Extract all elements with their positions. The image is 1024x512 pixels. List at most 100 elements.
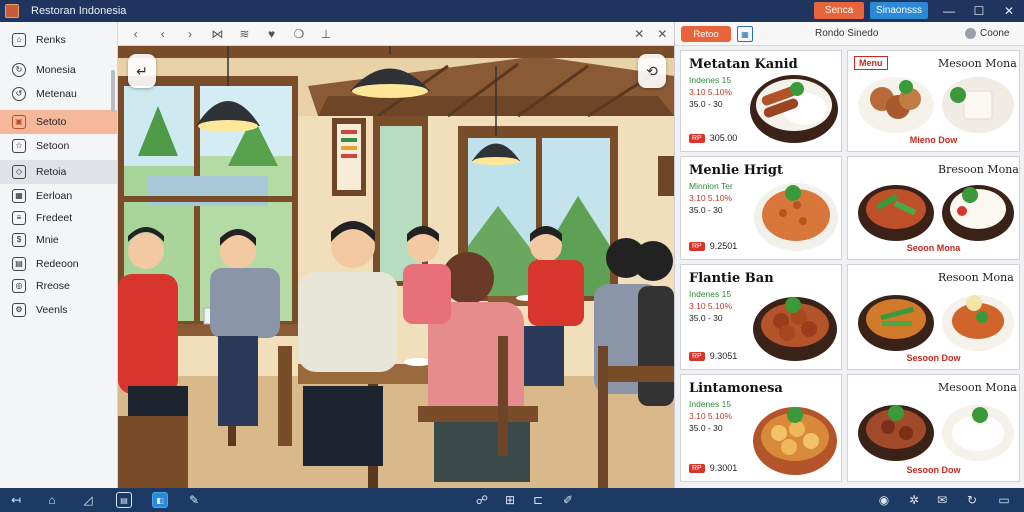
close-window-icon[interactable]: ✕ — [994, 0, 1024, 22]
title-bar: Restoran Indonesia Senca Sinaonsss — ☐ ✕ — [0, 0, 1024, 22]
dish-image — [858, 295, 1014, 351]
sidebar-item-retoia[interactable]: ◇ Retoia — [0, 160, 117, 184]
dish-desc: 35.0 - 30 — [689, 99, 723, 109]
sidebar-item-setoon[interactable]: ☆ Setoon — [0, 134, 117, 158]
grid-view-icon[interactable]: ▦ — [737, 26, 753, 42]
sidebar-item-label: Metenau — [36, 88, 77, 100]
sidebar: ⌂ Renks ↻ Monesia ↺ Metenau ▣ Setoto ☆ Setoon… — [0, 22, 118, 488]
dish-desc: 3.10 5.10% — [689, 301, 733, 311]
sidebar-item-label: Mnie — [36, 234, 59, 246]
menu-panel-toolbar: Retoo ▦ Rondo Sinedo Coone — [675, 22, 1024, 46]
notes-icon[interactable]: ✉ — [934, 492, 950, 508]
dish-image — [750, 75, 838, 143]
dish-desc: Indenes 15 — [689, 399, 732, 409]
account-icon — [965, 28, 976, 39]
chat-icon[interactable]: ❍ — [287, 24, 310, 44]
maximize-icon[interactable]: ☐ — [964, 0, 994, 22]
close-icon[interactable]: ✕ — [651, 24, 674, 44]
sidebar-item-eerloan[interactable]: ▦ Eerloan — [0, 184, 117, 208]
sidebar-item-monesia[interactable]: ↻ Monesia — [0, 58, 117, 82]
dish-image — [858, 405, 1014, 461]
globe-icon[interactable]: ◉ — [876, 492, 892, 508]
center-toolbar: ‹ ‹ › ⋈ ≋ ♥ ❍ ⊥ ✕ ✕ — [118, 22, 674, 46]
sidebar-item-fredeet[interactable]: ≡ Fredeet — [0, 206, 117, 230]
dish-desc: 3.10 5.10% — [689, 87, 733, 97]
dish-stamp: Mieno Dow — [909, 135, 958, 145]
menu-card[interactable]: Resoon Mona Sesoon Dow — [847, 264, 1020, 370]
app-title: Restoran Indonesia — [31, 5, 127, 17]
battery-icon: ▭ — [998, 493, 1010, 507]
back-icon[interactable]: ↤ — [8, 492, 24, 508]
dish-image — [754, 183, 838, 251]
sidebar-item-label: Setoto — [36, 116, 67, 128]
dish-stamp: Sesoon Dow — [906, 465, 961, 475]
menu-card[interactable]: Metatan Kanid Indenes 15 3.10 5.10% 35.0… — [680, 50, 842, 152]
sidebar-item-setoto[interactable]: ▣ Setoto — [0, 110, 117, 134]
document-icon[interactable]: ▤ — [116, 492, 132, 508]
menu-filter-button[interactable]: Retoo — [681, 26, 731, 42]
grid-icon[interactable]: ⊞ — [502, 492, 518, 508]
dish-desc: 3.10 5.10% — [689, 411, 733, 421]
menu-card[interactable]: Mesoon Mona Sesoon Dow — [847, 374, 1020, 482]
minimize-icon[interactable]: — — [934, 0, 964, 22]
sidebar-item-redeoon[interactable]: ▤ Redeoon — [0, 252, 117, 276]
refresh-icon[interactable]: ↻ — [964, 492, 980, 508]
sidebar-item-label: Setoon — [36, 140, 70, 152]
bag-icon: ▣ — [12, 115, 26, 129]
taskbar: ↤ ⌂ ◿ ▤ ◧ ✎ ☍ ⊞ ⊏ ✐ ◉ ✲ ✉ ↻ ▭ — [0, 488, 1024, 512]
edit-icon[interactable]: ✐ — [560, 492, 576, 508]
split-icon[interactable]: ⋈ — [206, 24, 229, 44]
browser-icon[interactable]: ◧ — [152, 492, 168, 508]
sidebar-item-mnie[interactable]: $ Mnie — [0, 228, 117, 252]
star-icon: ☆ — [12, 139, 26, 153]
scene-rotate-button[interactable]: ⟲ — [638, 54, 666, 88]
top-blue-button[interactable]: Sinaonsss — [870, 2, 928, 19]
sidebar-item-label: Retoia — [36, 166, 67, 178]
price-badge: RP 9.3001 — [689, 463, 737, 473]
sidebar-scrollbar[interactable] — [111, 70, 115, 112]
menu-card[interactable]: Menlie Hrigt Minnion Ter 3.10 5.10% 35.0… — [680, 156, 842, 260]
price-badge: RP 9.2501 — [689, 241, 737, 251]
top-orange-button[interactable]: Senca — [814, 2, 864, 19]
refresh-icon: ↻ — [12, 63, 26, 77]
menu-card[interactable]: Lintamonesa Indenes 15 3.10 5.10% 35.0 -… — [680, 374, 842, 482]
dish-stamp: Seoon Mona — [906, 243, 961, 253]
menu-panel-account[interactable]: Coone — [965, 28, 1009, 39]
chevron-right-icon[interactable]: › — [178, 24, 201, 44]
restaurant-scene: ↵ ⟲ — [118, 46, 674, 488]
document-icon: ≡ — [12, 211, 26, 225]
dish-desc: Minnion Ter — [689, 181, 733, 191]
dish-stamp: Sesoon Dow — [906, 353, 961, 363]
back-arrow-icon[interactable]: ‹ — [124, 24, 147, 44]
dish-price: 9.2501 — [709, 241, 738, 251]
menu-panel-title: Rondo Sinedo — [815, 28, 879, 39]
menu-card[interactable]: Menu Mesoon Mona Mieno Dow — [847, 50, 1020, 152]
chat-icon[interactable]: ☍ — [474, 492, 490, 508]
chevron-left-icon[interactable]: ‹ — [151, 24, 174, 44]
dish-name: Lintamonesa — [689, 381, 783, 396]
home-icon[interactable]: ⌂ — [44, 492, 60, 508]
dish-desc: 35.0 - 30 — [689, 313, 723, 323]
sidebar-item-renks[interactable]: ⌂ Renks — [0, 28, 117, 52]
heart-icon[interactable]: ♥ — [260, 24, 283, 44]
sidebar-item-metenau[interactable]: ↺ Metenau — [0, 82, 117, 106]
dish-image — [858, 77, 1014, 133]
link-icon[interactable]: ⊏ — [530, 492, 546, 508]
equals-icon[interactable]: ≋ — [233, 24, 256, 44]
tag-icon: ◇ — [12, 165, 26, 179]
sidebar-item-rreose[interactable]: ◎ Rreose — [0, 274, 117, 298]
app-icon — [5, 4, 19, 18]
scene-back-button[interactable]: ↵ — [128, 54, 156, 88]
settings-icon[interactable]: ✲ — [906, 492, 922, 508]
menu-card[interactable]: Bresoon Mona Seoon Mona — [847, 156, 1020, 260]
window-icon[interactable]: ◿ — [80, 492, 96, 508]
price-badge: RP 9.3051 — [689, 351, 737, 361]
pen-icon[interactable]: ✎ — [186, 492, 202, 508]
sidebar-item-label: Monesia — [36, 64, 76, 76]
sidebar-item-veenls[interactable]: ⚙ Veenls — [0, 298, 117, 322]
sidebar-item-label: Rreose — [36, 280, 70, 292]
pin-icon[interactable]: ⊥ — [314, 24, 337, 44]
close-x-icon[interactable]: ✕ — [628, 24, 651, 44]
sidebar-item-label: Renks — [36, 34, 66, 46]
menu-card[interactable]: Flantie Ban Indenes 15 3.10 5.10% 35.0 -… — [680, 264, 842, 370]
